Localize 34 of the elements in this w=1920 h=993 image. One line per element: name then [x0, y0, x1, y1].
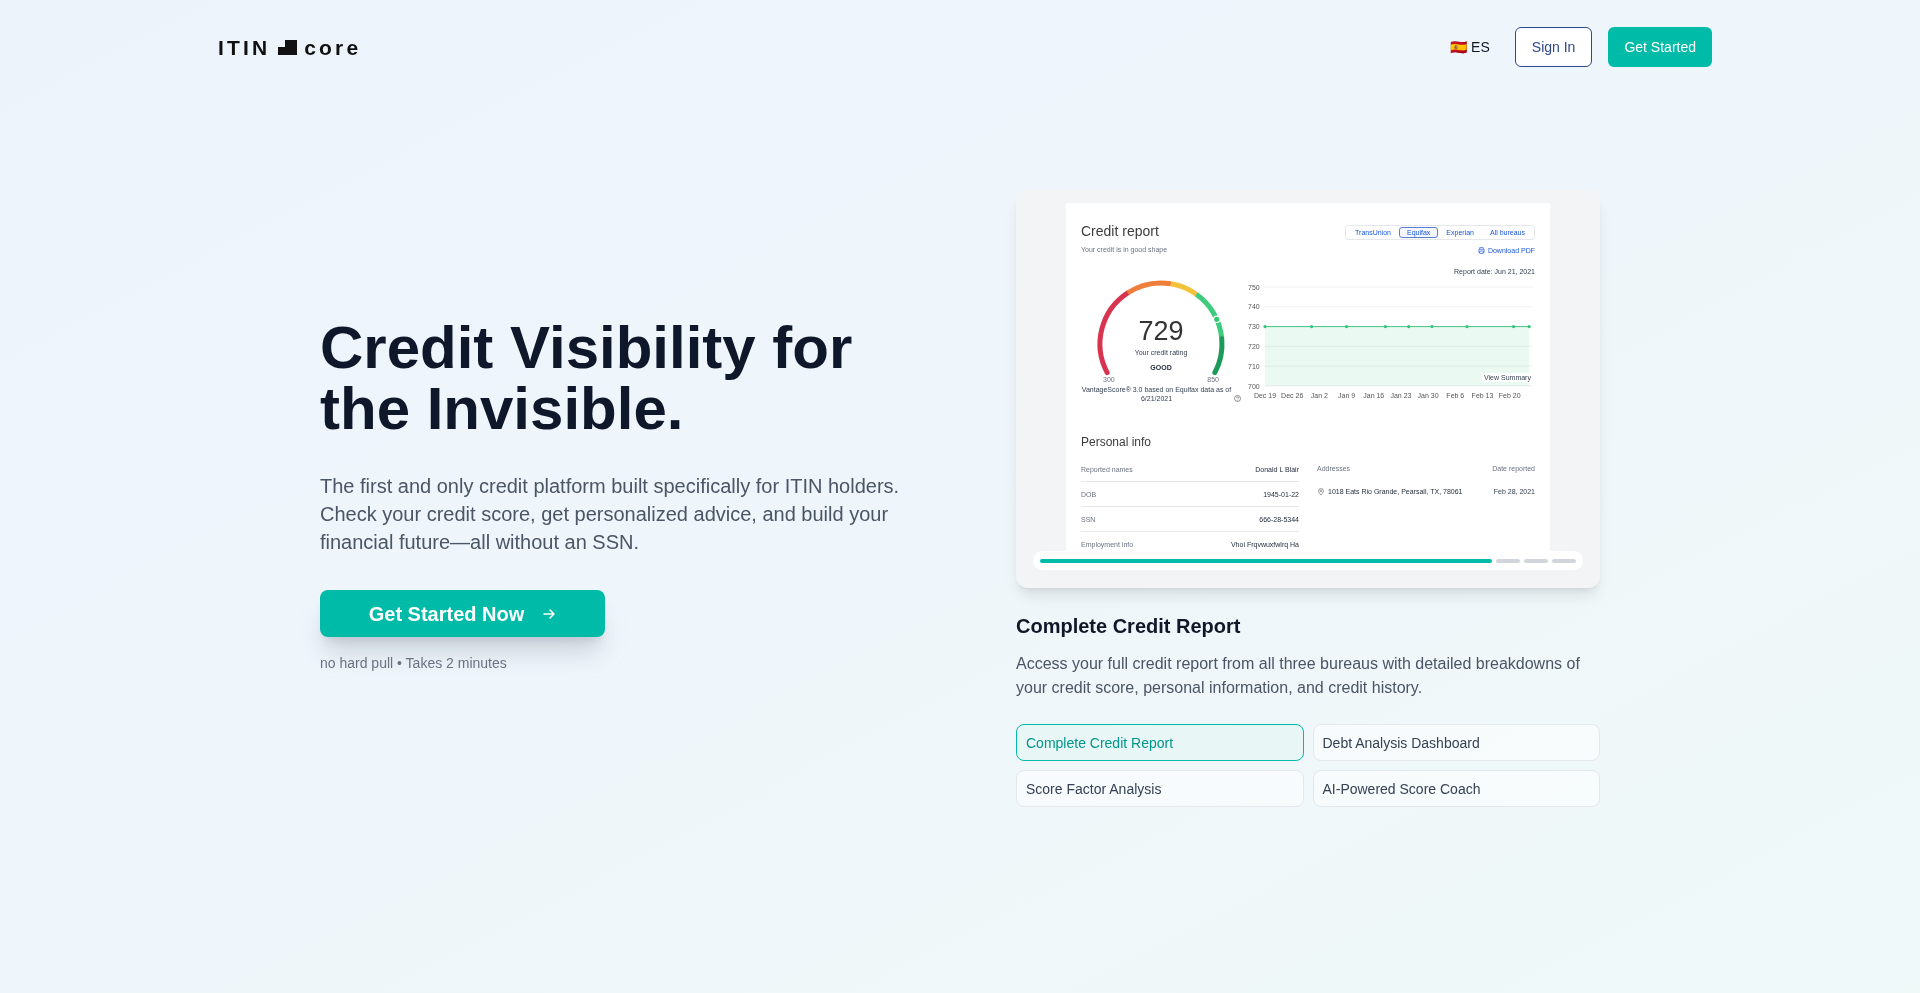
data-point	[1407, 325, 1411, 329]
data-point	[1263, 325, 1267, 329]
language-button[interactable]: 🇪🇸 ES	[1450, 37, 1490, 57]
slide-indicator[interactable]	[1524, 558, 1548, 563]
data-point	[1344, 325, 1349, 329]
feature-tab[interactable]: Debt Analysis Dashboard	[1312, 724, 1600, 761]
arrow-right-icon	[542, 606, 557, 621]
feature-tab[interactable]: Complete Credit Report	[1016, 724, 1304, 761]
credit-score: 729	[1138, 318, 1184, 345]
data-point	[1383, 325, 1387, 329]
data-point	[1430, 325, 1434, 329]
logo-mark-icon	[278, 39, 298, 55]
section-title: Personal info	[1081, 435, 1153, 449]
hero-description: The first and only credit platform built specifically for ITIN holders. Check your credit score, get personalized advice, and build your financial future—all without an SSN.	[320, 474, 901, 555]
data-point	[1310, 325, 1314, 329]
sign-in-button[interactable]: Sign In	[1514, 27, 1593, 67]
report-title: Credit report	[1081, 223, 1160, 240]
logo-text: ITIN	[218, 36, 271, 58]
feature-tab[interactable]: Score Factor Analysis	[1016, 770, 1304, 807]
feature-tab[interactable]: AI-Powered Score Coach	[1312, 770, 1600, 807]
feature-description: Access your full credit report from all three bureaus with detailed breakdowns of your credit score, personal information, and credit history.	[1016, 654, 1581, 698]
printer-icon	[1477, 247, 1485, 254]
slide-indicator[interactable]	[1040, 558, 1492, 563]
slide-indicator[interactable]	[1552, 558, 1576, 563]
data-point	[1465, 325, 1469, 329]
slide-indicator[interactable]	[1496, 558, 1520, 563]
help-icon	[1234, 395, 1241, 402]
hero-heading: Credit Visibility for the Invisible.	[320, 317, 854, 439]
data-point	[1512, 325, 1516, 329]
location-pin-icon	[1318, 487, 1324, 496]
logo-text: core	[304, 36, 362, 58]
hero-note: no hard pull • Takes 2 minutes	[320, 654, 507, 673]
data-point	[1527, 325, 1531, 329]
feature-title: Complete Credit Report	[1016, 614, 1242, 639]
